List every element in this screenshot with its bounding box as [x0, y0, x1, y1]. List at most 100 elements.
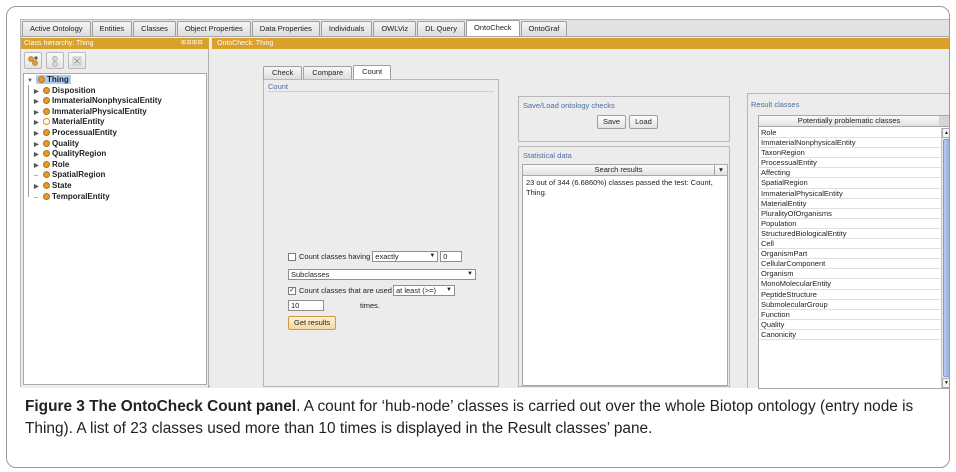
tab-ontocheck[interactable]: OntoCheck: [465, 20, 520, 36]
times-row: 10 times.: [288, 300, 380, 311]
result-row[interactable]: Canonicity: [759, 330, 942, 340]
result-row[interactable]: SubmolecularGroup: [759, 300, 942, 310]
save-button[interactable]: Save: [597, 115, 627, 129]
result-row[interactable]: PluralityOfOrganisms: [759, 209, 942, 219]
save-load-panel: Save/Load ontology checks Save Load: [518, 96, 730, 142]
tab-object-properties[interactable]: Object Properties: [176, 21, 251, 36]
tab-active-ontology[interactable]: Active Ontology: [22, 21, 91, 36]
statistical-data-legend: Statistical data: [522, 151, 573, 160]
tab-ontograf[interactable]: OntoGraf: [520, 21, 568, 36]
tab-dl-query[interactable]: DL Query: [417, 21, 465, 36]
scroll-down-icon[interactable]: ▼: [942, 378, 949, 388]
count-having-mode-select[interactable]: exactly ▼: [372, 251, 439, 262]
count-used-checkbox[interactable]: ✓: [288, 286, 296, 295]
result-row[interactable]: Role: [759, 128, 942, 139]
result-row[interactable]: MaterialEntity: [759, 199, 942, 209]
tab-individuals[interactable]: Individuals: [320, 21, 373, 36]
tree-node-immaterialphysicalentity[interactable]: ▶ ImmaterialPhysicalEntity: [24, 107, 206, 118]
result-row[interactable]: ImmaterialPhysicalEntity: [759, 189, 942, 199]
tab-classes[interactable]: Classes: [133, 21, 176, 36]
add-sibling-icon: [52, 55, 58, 67]
add-sibling-button[interactable]: [46, 52, 64, 69]
result-row[interactable]: CellularComponent: [759, 259, 942, 270]
class-icon: [43, 86, 50, 94]
result-row[interactable]: PeptideStructure: [759, 290, 942, 300]
caption-label: Figure 3 The OntoCheck Count panel: [25, 398, 297, 415]
chevron-down-icon: ▼: [446, 287, 452, 293]
result-row[interactable]: Quality: [759, 320, 942, 330]
class-icon: [43, 181, 50, 189]
ontocheck-panel: Check Compare Count Count Count classes ha…: [211, 49, 949, 389]
tree-node-materialentity[interactable]: ▶ MaterialEntity: [24, 117, 206, 128]
count-used-row: ✓ Count classes that are used at least (…: [288, 285, 455, 296]
add-subclass-icon: [28, 55, 38, 66]
tree-node-label-selected: Thing: [36, 75, 71, 84]
tab-check[interactable]: Check: [263, 66, 303, 79]
tree-node-processualentity[interactable]: ▶ ProcessualEntity: [24, 128, 206, 139]
search-results-table: Search results ▾ 23 out of 344 (6.6860%)…: [522, 164, 728, 386]
result-row[interactable]: Function: [759, 310, 942, 320]
result-row[interactable]: OrganismPart: [759, 249, 942, 260]
tree-node-qualityregion[interactable]: ▶ QualityRegion: [24, 149, 206, 160]
result-row[interactable]: ImmaterialNonphysicalEntity: [759, 138, 942, 149]
get-results-button[interactable]: Get results: [288, 316, 337, 330]
result-row[interactable]: Cell: [759, 239, 942, 250]
load-button[interactable]: Load: [629, 115, 658, 129]
relation-value: Subclasses: [291, 270, 330, 279]
tree-node-immaterialnonphysicalentity[interactable]: ▶ ImmaterialNonphysicalEntity: [24, 96, 206, 107]
result-row[interactable]: TaxonRegion: [759, 148, 942, 159]
hierarchy-toolbar: [24, 52, 86, 70]
search-results-column[interactable]: Search results: [523, 165, 715, 175]
add-subclass-button[interactable]: [24, 52, 42, 69]
tab-owlviz[interactable]: OWLViz: [373, 21, 417, 36]
tree-leaf-connector: ─: [34, 194, 39, 201]
relation-select[interactable]: Subclasses ▼: [288, 269, 476, 280]
result-row[interactable]: ProcessualEntity: [759, 158, 942, 169]
checkmark-icon: ✓: [289, 287, 295, 294]
tree-node-thing[interactable]: ▼ Thing: [24, 75, 206, 86]
result-row[interactable]: Organism: [759, 269, 942, 280]
tree-node-quality[interactable]: ▶ Quality: [24, 139, 206, 150]
tree-node-spatialregion[interactable]: ─ SpatialRegion: [24, 170, 206, 181]
count-having-value-input[interactable]: 0: [440, 251, 463, 262]
count-used-mode-select[interactable]: at least (>=) ▼: [392, 285, 455, 296]
result-row[interactable]: Population: [759, 219, 942, 229]
delete-class-icon: [72, 56, 82, 65]
check-tab-bar: Check Compare Count: [263, 65, 392, 79]
result-row[interactable]: SpatialRegion: [759, 178, 942, 189]
count-having-checkbox[interactable]: [288, 252, 296, 261]
times-input[interactable]: 10: [288, 300, 324, 311]
count-panel: Count Count classes having exactly ▼ 0 S…: [263, 79, 499, 387]
result-row[interactable]: Affecting: [759, 168, 942, 179]
class-tree: ▼ Thing ▶ Disposition ▶ ImmaterialNonphysical…: [23, 73, 207, 385]
tree-node-label: Thing: [47, 75, 69, 84]
tree-node-disposition[interactable]: ▶ Disposition: [24, 86, 206, 97]
result-classes-legend: Result classes: [750, 100, 801, 109]
tree-node-label: Role: [52, 159, 70, 169]
tree-node-state[interactable]: ▶ State: [24, 181, 206, 192]
tab-entities[interactable]: Entities: [91, 21, 133, 36]
problematic-classes-column[interactable]: Potentially problematic classes: [759, 116, 939, 126]
result-row[interactable]: MonoMolecularEntity: [759, 279, 942, 290]
tree-node-label: Quality: [52, 138, 80, 148]
tab-compare[interactable]: Compare: [303, 66, 353, 79]
tab-data-properties[interactable]: Data Properties: [251, 21, 320, 36]
count-panel-body: [268, 91, 494, 383]
tree-node-temporalentity[interactable]: ─ TemporalEntity: [24, 192, 206, 203]
scroll-thumb[interactable]: [943, 139, 949, 377]
view-header-bar: Class hierarchy: Thing ⊞⊟⊞⊟ OntoCheck: T…: [21, 38, 949, 49]
tab-count[interactable]: Count: [353, 65, 392, 79]
view-controls-icon[interactable]: ⊞⊟⊞⊟: [181, 39, 203, 48]
get-results-row: Get results: [288, 316, 337, 330]
figure-caption: Figure 3 The OntoCheck Count panel. A co…: [25, 396, 949, 440]
count-having-row: Count classes having exactly ▼ 0: [288, 251, 463, 262]
result-row[interactable]: StructuredBiologicalEntity: [759, 229, 942, 240]
scroll-up-icon[interactable]: ▲: [942, 128, 949, 138]
result-classes-list: Role ImmaterialNonphysicalEntity TaxonRegi…: [759, 128, 942, 340]
results-scrollbar[interactable]: ▲ ▼: [941, 128, 949, 388]
column-menu-icon[interactable]: ▾: [715, 165, 727, 175]
tree-node-role[interactable]: ▶ Role: [24, 160, 206, 171]
class-icon: [43, 128, 50, 136]
delete-class-button[interactable]: [68, 52, 86, 69]
protege-window: Active Ontology Entities Classes Object Pro…: [20, 19, 949, 389]
